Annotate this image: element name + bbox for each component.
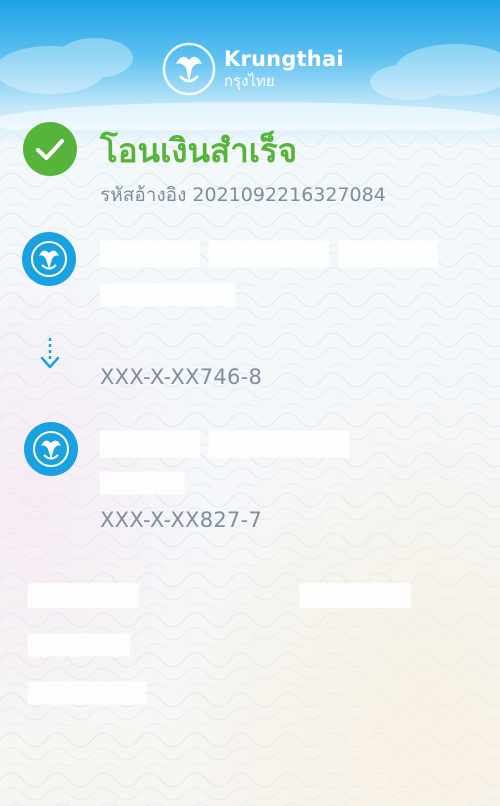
check-circle-icon (23, 122, 77, 176)
sender-account-number: XXX-X-XX746-8 (100, 365, 263, 389)
reference-number: รหัสอ้างอิง 2021092216327084 (100, 184, 386, 206)
date-label-obscured: ▇▇▇▇▇▇▇ (28, 680, 147, 705)
success-title: โอนเงินสำเร็จ (100, 131, 298, 170)
brand-name-th: กรุงไทย (224, 72, 275, 90)
amount-label-obscured: ▇▇▇▇▇▇ (28, 580, 139, 608)
phoenix-logo-icon (162, 42, 216, 96)
fee-label-obscured: ▇▇▇▇▇▇ (28, 632, 130, 657)
brand-name-en: Krungthai (224, 47, 344, 71)
krungthai-logo: Krungthai กรุงไทย (162, 42, 344, 96)
dotted-arrow-down-icon (40, 338, 60, 369)
recipient-bank-obscured: ▇▇▇▇▇ (100, 470, 185, 495)
sender-name-obscured: ▇▇▇▇▇ ▇▇▇▇▇▇ ▇▇▇▇▇ (100, 238, 439, 268)
recipient-bank-avatar-icon (24, 422, 78, 476)
sender-bank-obscured: ▇▇▇▇▇▇▇▇ (100, 282, 236, 307)
recipient-account-number: XXX-X-XX827-7 (100, 508, 263, 532)
amount-value-obscured: ▇▇▇▇▇▇ (300, 580, 411, 608)
sender-bank-avatar-icon (22, 232, 76, 286)
recipient-name-obscured: ▇▇▇▇▇ ▇▇▇▇▇▇▇ (100, 428, 349, 458)
